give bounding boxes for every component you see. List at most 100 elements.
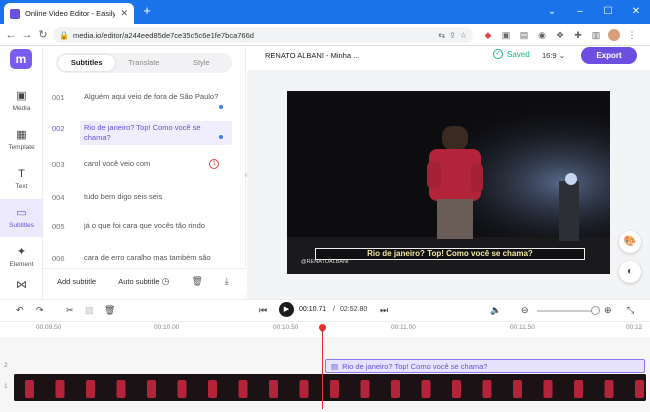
subtitle-row[interactable]: 004 tudo bem digo seis seis bbox=[52, 190, 232, 204]
rail-item-media[interactable]: ▣ Media bbox=[0, 82, 43, 120]
thumbnail-person bbox=[330, 380, 339, 398]
feedback-icon[interactable]: ◐ bbox=[619, 261, 641, 283]
video-thumbnails bbox=[14, 374, 646, 401]
extension-icon[interactable]: ◉ bbox=[536, 29, 548, 41]
subtitle-text[interactable]: já o que foi cara que vocês tão rindo bbox=[80, 219, 232, 233]
subtitle-text[interactable]: Rio de janeiro? Top! Como você se chama? bbox=[80, 121, 232, 145]
tab-subtitles[interactable]: Subtitles bbox=[58, 55, 116, 71]
scissors-icon[interactable]: ✂ bbox=[66, 305, 74, 316]
tab-style[interactable]: Style bbox=[173, 55, 230, 71]
saved-status: ✓ Saved bbox=[493, 49, 530, 59]
thumbnail-person bbox=[360, 380, 370, 398]
thumbnail-person bbox=[147, 380, 156, 398]
play-button[interactable]: ▶ bbox=[279, 302, 294, 317]
thumbnail-person bbox=[604, 380, 614, 398]
minimize-icon[interactable]: – bbox=[566, 0, 594, 24]
subtitle-text[interactable]: tudo bem digo seis seis bbox=[80, 190, 232, 204]
thumbnail-person bbox=[86, 380, 95, 398]
url-field[interactable]: 🔒 media.io/editor/a244eed85de7ce35c5c6e1… bbox=[53, 27, 473, 43]
browser-tab[interactable]: Online Video Editor - Easily Edi ✕ bbox=[4, 3, 134, 24]
reading-list-icon[interactable]: ▥ bbox=[590, 29, 602, 41]
sync-dot-icon bbox=[219, 135, 223, 139]
fit-timeline-icon[interactable]: ⤡ bbox=[627, 305, 634, 316]
back-icon[interactable]: ← bbox=[4, 27, 18, 43]
template-icon: ▦ bbox=[16, 129, 27, 141]
redo-icon[interactable]: ↷ bbox=[36, 305, 44, 316]
thumbnail-person bbox=[635, 380, 644, 398]
maximize-icon[interactable]: ☐ bbox=[594, 0, 622, 24]
subtitle-text[interactable]: Alguém aqui veio de fora de São Paulo? bbox=[80, 90, 232, 104]
puzzle-icon[interactable]: ✚ bbox=[572, 29, 584, 41]
extension-icon[interactable]: ▣ bbox=[500, 29, 512, 41]
next-frame-icon[interactable]: ⏭ bbox=[380, 305, 388, 316]
subtitle-clip[interactable]: ▤ Rio de janeiro? Top! Como você se cham… bbox=[325, 359, 645, 373]
address-bar: ← → ↻ 🔒 media.io/editor/a244eed85de7ce35… bbox=[0, 24, 650, 46]
zoom-slider-handle[interactable] bbox=[591, 306, 600, 315]
reload-icon[interactable]: ↻ bbox=[36, 27, 50, 43]
warning-badge[interactable]: 1 bbox=[209, 159, 219, 169]
rail-item-subtitles[interactable]: ▭ Subtitles bbox=[0, 199, 43, 237]
extension-icon[interactable]: ▤ bbox=[518, 29, 530, 41]
transition-icon: ⋈ bbox=[16, 279, 27, 291]
new-tab-button[interactable]: + bbox=[140, 4, 154, 18]
video-frame bbox=[287, 91, 610, 274]
subtitle-row[interactable]: 003 carol você veio com bbox=[52, 157, 232, 171]
auto-subtitle-button[interactable]: Auto subtitle ◷ bbox=[118, 276, 169, 287]
video-preview[interactable]: Rio de janeiro? Top! Como você se chama?… bbox=[287, 91, 610, 274]
rail-item-transition[interactable]: ⋈ bbox=[0, 274, 43, 296]
rail-item-text[interactable]: T Text bbox=[0, 160, 43, 198]
sync-dot-icon bbox=[219, 105, 223, 109]
zoom-in-icon[interactable]: ⊕ bbox=[604, 305, 612, 316]
kebab-menu-icon[interactable]: ⋮ bbox=[626, 29, 638, 41]
add-subtitle-button[interactable]: Add subtitle bbox=[57, 277, 96, 286]
video-subtitle-overlay[interactable]: Rio de janeiro? Top! Como você se chama? bbox=[315, 248, 585, 260]
thumbnail-person bbox=[269, 380, 278, 398]
rail-label: Text bbox=[15, 183, 28, 190]
export-button[interactable]: Export bbox=[581, 47, 637, 64]
forward-icon[interactable]: → bbox=[20, 27, 34, 43]
previous-frame-icon[interactable]: ⏮ bbox=[259, 305, 267, 316]
thumbnail-person bbox=[55, 380, 65, 398]
ai-tool-icon[interactable]: 🎨 bbox=[619, 231, 641, 253]
thumbnail-person bbox=[25, 380, 34, 398]
download-icon[interactable]: ⤓ bbox=[225, 276, 229, 287]
zoom-slider[interactable] bbox=[537, 310, 599, 312]
crop-icon[interactable]: ▨ bbox=[85, 305, 94, 316]
volume-icon[interactable]: 🔈 bbox=[490, 305, 501, 316]
element-icon: ✦ bbox=[16, 246, 27, 258]
zoom-out-icon[interactable]: ⊖ bbox=[521, 305, 529, 316]
close-tab-icon[interactable]: ✕ bbox=[120, 8, 128, 19]
media-io-logo[interactable]: m bbox=[10, 49, 32, 69]
rail-item-element[interactable]: ✦ Element bbox=[0, 238, 43, 276]
chevron-down-icon[interactable]: ⌄ bbox=[538, 0, 566, 24]
playhead[interactable] bbox=[322, 325, 323, 409]
bookmark-star-icon[interactable]: ☆ bbox=[460, 31, 467, 40]
chevron-down-icon: ⌄ bbox=[558, 51, 565, 60]
avatar[interactable] bbox=[608, 29, 620, 41]
project-title[interactable]: RENATO ALBANI - Minha ... bbox=[265, 51, 359, 60]
tab-translate[interactable]: Translate bbox=[115, 55, 172, 71]
delete-icon[interactable]: 🗑 bbox=[104, 305, 115, 316]
undo-icon[interactable]: ↶ bbox=[16, 305, 24, 316]
share-icon[interactable]: ⇪ bbox=[449, 31, 456, 40]
subtitle-number: 001 bbox=[52, 93, 65, 102]
extension-icon[interactable]: ❖ bbox=[554, 29, 566, 41]
rail-item-template[interactable]: ▦ Template bbox=[0, 121, 43, 159]
translate-icon[interactable]: ⇆ bbox=[438, 31, 445, 40]
subtitle-row[interactable]: 001 Alguém aqui veio de fora de São Paul… bbox=[52, 90, 232, 104]
video-clip[interactable] bbox=[14, 374, 646, 401]
thumbnail-person bbox=[116, 380, 126, 398]
subtitle-row[interactable]: 005 já o que foi cara que vocês tão rind… bbox=[52, 219, 232, 233]
subtitle-text[interactable]: cara de erro caralho mas também são bbox=[80, 251, 232, 267]
pocket-icon[interactable]: ◆ bbox=[482, 29, 494, 41]
thumbnail-person bbox=[238, 380, 248, 398]
video-watermark: @RENATOALBANI bbox=[301, 259, 349, 265]
subtitle-row-selected[interactable]: 002 Rio de janeiro? Top! Como você se ch… bbox=[52, 121, 232, 145]
aspect-ratio-select[interactable]: 16:9 ⌄ bbox=[542, 51, 565, 60]
tab-title: Online Video Editor - Easily Edi bbox=[25, 9, 116, 18]
thumbnail-person bbox=[452, 380, 461, 398]
trash-icon[interactable]: 🗑 bbox=[191, 276, 202, 287]
subtitle-number: 006 bbox=[52, 254, 65, 263]
subtitle-row[interactable]: 006 cara de erro caralho mas também são bbox=[52, 251, 232, 267]
close-window-icon[interactable]: ✕ bbox=[622, 0, 650, 24]
